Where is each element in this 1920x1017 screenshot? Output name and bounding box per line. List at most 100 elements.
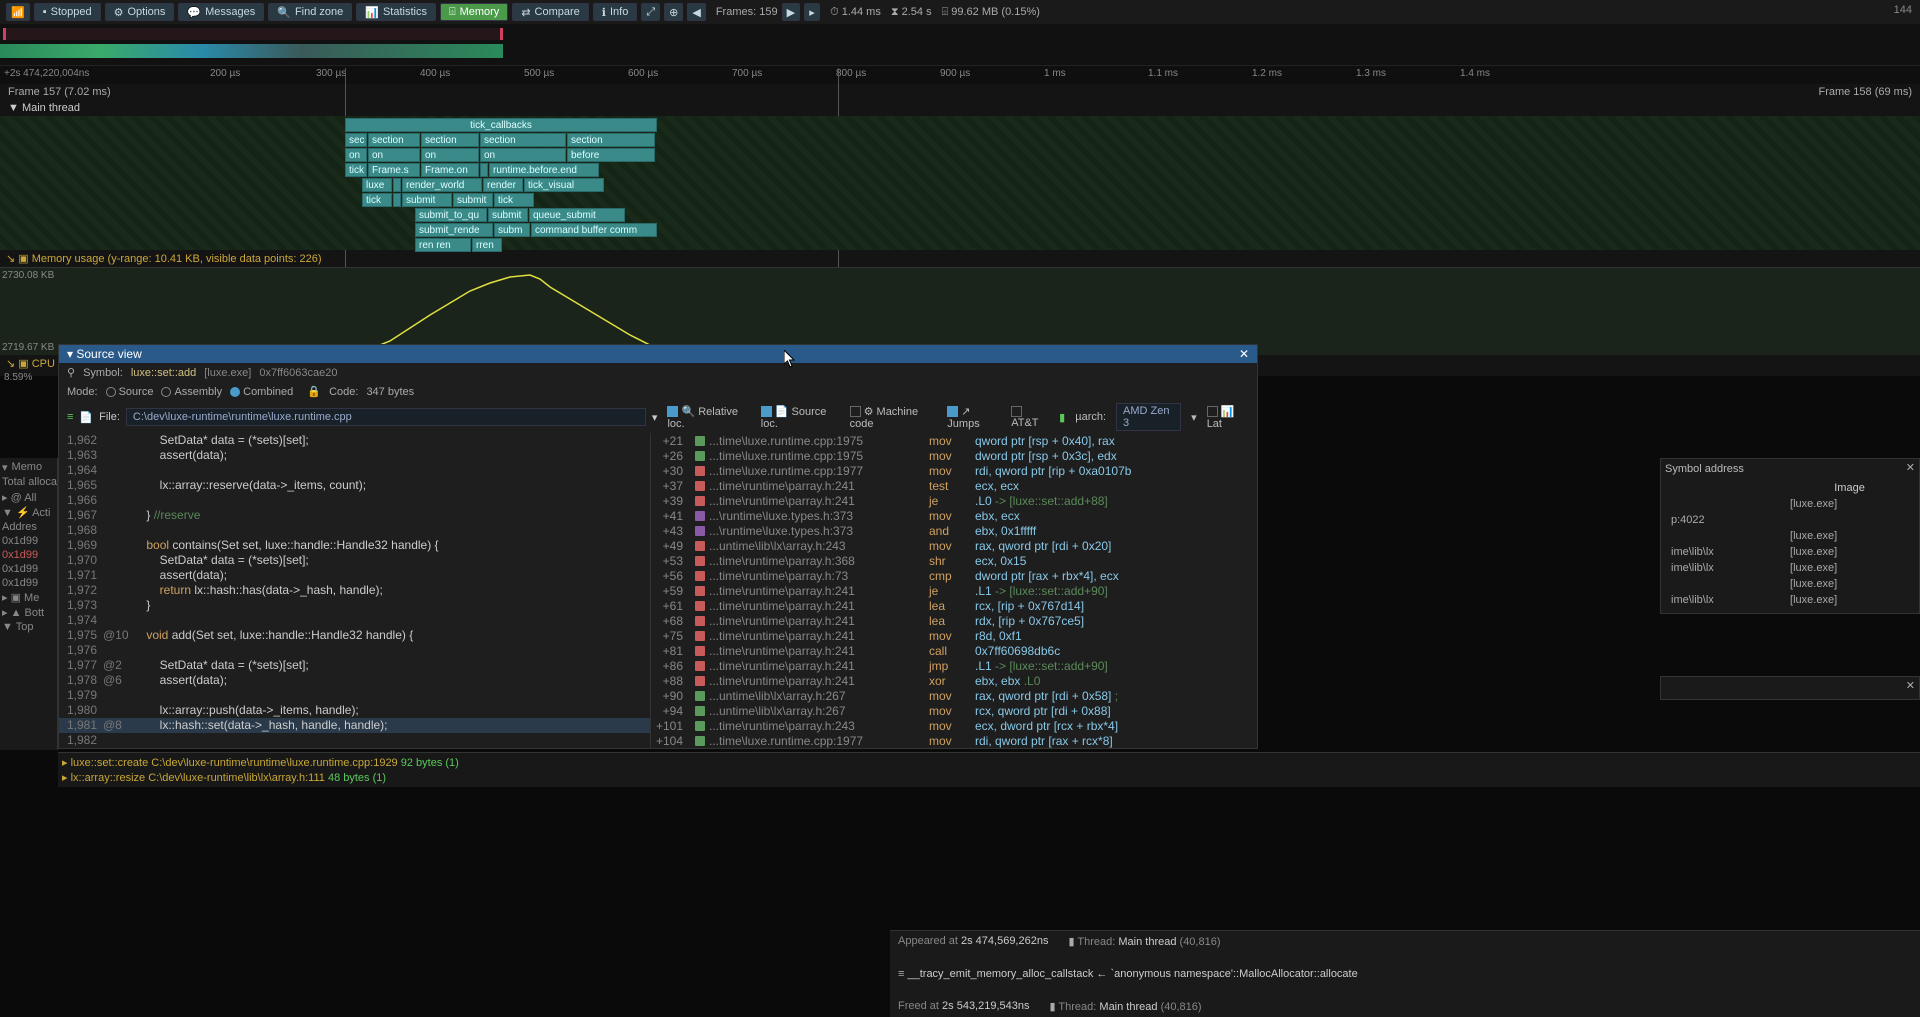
source-line[interactable]: 1,973 }: [59, 598, 650, 613]
wifi-icon[interactable]: 📶: [6, 3, 30, 21]
minimap-selection[interactable]: [3, 28, 503, 40]
asm-line[interactable]: +30...time\luxe.runtime.cpp:1977movrdi, …: [651, 463, 1257, 478]
asm-line[interactable]: +59...time\runtime\parray.h:241je.L1 -> …: [651, 583, 1257, 598]
zone[interactable]: on: [480, 148, 566, 162]
zone[interactable]: subm: [494, 223, 530, 237]
table-row[interactable]: p:4022: [1667, 513, 1913, 527]
zone[interactable]: render_world: [402, 178, 482, 192]
stopped-button[interactable]: ▪ Stopped: [34, 3, 101, 21]
zone-timeline[interactable]: tick_callbacks secsectionsectionsections…: [0, 116, 1920, 250]
list-item[interactable]: 0x1d99: [2, 534, 55, 548]
symbol-name[interactable]: luxe::set::add: [131, 367, 196, 379]
source-line[interactable]: 1,964: [59, 463, 650, 478]
zone[interactable]: runtime.before.end: [489, 163, 599, 177]
asm-line[interactable]: +49...untime\lib\lx\array.h:243movrax, q…: [651, 538, 1257, 553]
list-item[interactable]: ▸ ▣ Me: [2, 590, 55, 605]
asm-line[interactable]: +101...time\runtime\parray.h:243movecx, …: [651, 718, 1257, 733]
mode-assembly-radio[interactable]: Assembly: [161, 386, 222, 398]
asm-line[interactable]: +68...time\runtime\parray.h:241leardx, […: [651, 613, 1257, 628]
list-item[interactable]: ▸ @ All: [2, 490, 55, 505]
source-line[interactable]: 1,969 bool contains(Set set, luxe::handl…: [59, 538, 650, 553]
source-line[interactable]: 1,978@6 assert(data);: [59, 673, 650, 688]
zone[interactable]: section: [567, 133, 655, 147]
asm-line[interactable]: +86...time\runtime\parray.h:241jmp.L1 ->…: [651, 658, 1257, 673]
zone[interactable]: submit_rende: [415, 223, 493, 237]
zone[interactable]: section: [368, 133, 420, 147]
mode-combined-radio[interactable]: Combined: [230, 386, 293, 398]
expand-icon[interactable]: ▾: [2, 461, 8, 474]
info-button[interactable]: ℹ Info: [593, 3, 638, 21]
source-line[interactable]: 1,980 lx::array::push(data->_items, hand…: [59, 703, 650, 718]
source-line[interactable]: 1,975@10 void add(Set set, luxe::handle:…: [59, 628, 650, 643]
zone[interactable]: submit: [453, 193, 493, 207]
find-zone-button[interactable]: 🔍 Find zone: [268, 3, 352, 21]
zone[interactable]: on: [421, 148, 479, 162]
thread-label[interactable]: ▼ Main thread: [0, 100, 1920, 116]
uarch-select[interactable]: AMD Zen 3: [1116, 403, 1181, 431]
source-line[interactable]: 1,979: [59, 688, 650, 703]
asm-line[interactable]: +53...time\runtime\parray.h:368shrecx, 0…: [651, 553, 1257, 568]
list-item[interactable]: 0x1d99: [2, 548, 55, 562]
latency-checkbox[interactable]: 📊 Lat: [1207, 405, 1249, 430]
source-line[interactable]: 1,981@8 lx::hash::set(data->_hash, handl…: [59, 718, 650, 733]
source-loc-checkbox[interactable]: 📄 Source loc.: [761, 405, 840, 430]
asm-line[interactable]: +75...time\runtime\parray.h:241movr8d, 0…: [651, 628, 1257, 643]
table-row[interactable]: [luxe.exe]: [1667, 497, 1913, 511]
close-icon[interactable]: ✕: [1906, 461, 1915, 474]
list-icon[interactable]: ≡: [67, 411, 73, 423]
table-row[interactable]: [luxe.exe]: [1667, 529, 1913, 543]
statistics-button[interactable]: 📊 Statistics: [356, 3, 436, 21]
source-line[interactable]: 1,965 lx::array::reserve(data->_items, c…: [59, 478, 650, 493]
source-line[interactable]: 1,970 SetData* data = (*sets)[set];: [59, 553, 650, 568]
zone[interactable]: command buffer comm: [531, 223, 657, 237]
zone[interactable]: tick: [345, 163, 367, 177]
asm-line[interactable]: +81...time\runtime\parray.h:241call0x7ff…: [651, 643, 1257, 658]
table-row[interactable]: ime\lib\lx[luxe.exe]: [1667, 545, 1913, 559]
source-line[interactable]: 1,982: [59, 733, 650, 748]
zone[interactable]: tick: [362, 193, 392, 207]
messages-button[interactable]: 💬 Messages: [178, 3, 264, 21]
close-icon[interactable]: ✕: [1239, 347, 1249, 361]
uarch-dropdown-icon[interactable]: ▾: [1191, 411, 1197, 424]
source-line[interactable]: 1,967 } //reserve: [59, 508, 650, 523]
zone[interactable]: queue_submit: [529, 208, 625, 222]
mode-source-radio[interactable]: Source: [106, 386, 154, 398]
zoom-out-icon[interactable]: ⤢: [641, 3, 660, 21]
zone[interactable]: [393, 178, 401, 192]
asm-line[interactable]: +43...\runtime\luxe.types.h:373andebx, 0…: [651, 523, 1257, 538]
assembly-pane[interactable]: +21...time\luxe.runtime.cpp:1975movqword…: [651, 433, 1257, 748]
asm-line[interactable]: +56...time\runtime\parray.h:73cmpdword p…: [651, 568, 1257, 583]
zone[interactable]: on: [368, 148, 420, 162]
asm-line[interactable]: +90...untime\lib\lx\array.h:267movrax, q…: [651, 688, 1257, 703]
source-line[interactable]: 1,966: [59, 493, 650, 508]
zone[interactable]: Frame.on: [421, 163, 479, 177]
asm-line[interactable]: +39...time\runtime\parray.h:241je.L0 -> …: [651, 493, 1257, 508]
asm-line[interactable]: +37...time\runtime\parray.h:241testecx, …: [651, 478, 1257, 493]
bottom-callstack-list[interactable]: ▸ luxe::set::create C:\dev\luxe-runtime\…: [58, 752, 1920, 787]
callstack-row[interactable]: ▸ luxe::set::create C:\dev\luxe-runtime\…: [62, 755, 1916, 770]
asm-line[interactable]: +21...time\luxe.runtime.cpp:1975movqword…: [651, 433, 1257, 448]
zone[interactable]: rren: [472, 238, 502, 252]
source-line[interactable]: 1,962 SetData* data = (*sets)[set];: [59, 433, 650, 448]
jumps-checkbox[interactable]: ↗ Jumps: [947, 405, 1001, 430]
source-line[interactable]: 1,963 assert(data);: [59, 448, 650, 463]
list-item[interactable]: 0x1d99: [2, 562, 55, 576]
file-dropdown-icon[interactable]: ▾: [652, 411, 658, 424]
table-row[interactable]: ime\lib\lx[luxe.exe]: [1667, 561, 1913, 575]
att-checkbox[interactable]: AT&T: [1011, 405, 1049, 429]
zoom-fit-icon[interactable]: ⊕: [664, 3, 683, 21]
table-row[interactable]: ime\lib\lx[luxe.exe]: [1667, 593, 1913, 607]
table-row[interactable]: [luxe.exe]: [1667, 577, 1913, 591]
file-path-input[interactable]: C:\dev\luxe-runtime\runtime\luxe.runtime…: [126, 408, 646, 426]
memory-button[interactable]: ⌹ Memory: [440, 3, 508, 21]
source-view-titlebar[interactable]: ▾ Source view ✕: [59, 345, 1257, 363]
zone[interactable]: submit: [402, 193, 452, 207]
zone[interactable]: on: [345, 148, 367, 162]
zone[interactable]: sec: [345, 133, 367, 147]
list-item[interactable]: Addres: [2, 520, 55, 534]
source-line[interactable]: 1,968: [59, 523, 650, 538]
relative-loc-checkbox[interactable]: 🔍 Relative loc.: [667, 405, 750, 430]
close-icon[interactable]: ✕: [1906, 679, 1915, 692]
asm-line[interactable]: +41...\runtime\luxe.types.h:373movebx, e…: [651, 508, 1257, 523]
source-line[interactable]: 1,974: [59, 613, 650, 628]
